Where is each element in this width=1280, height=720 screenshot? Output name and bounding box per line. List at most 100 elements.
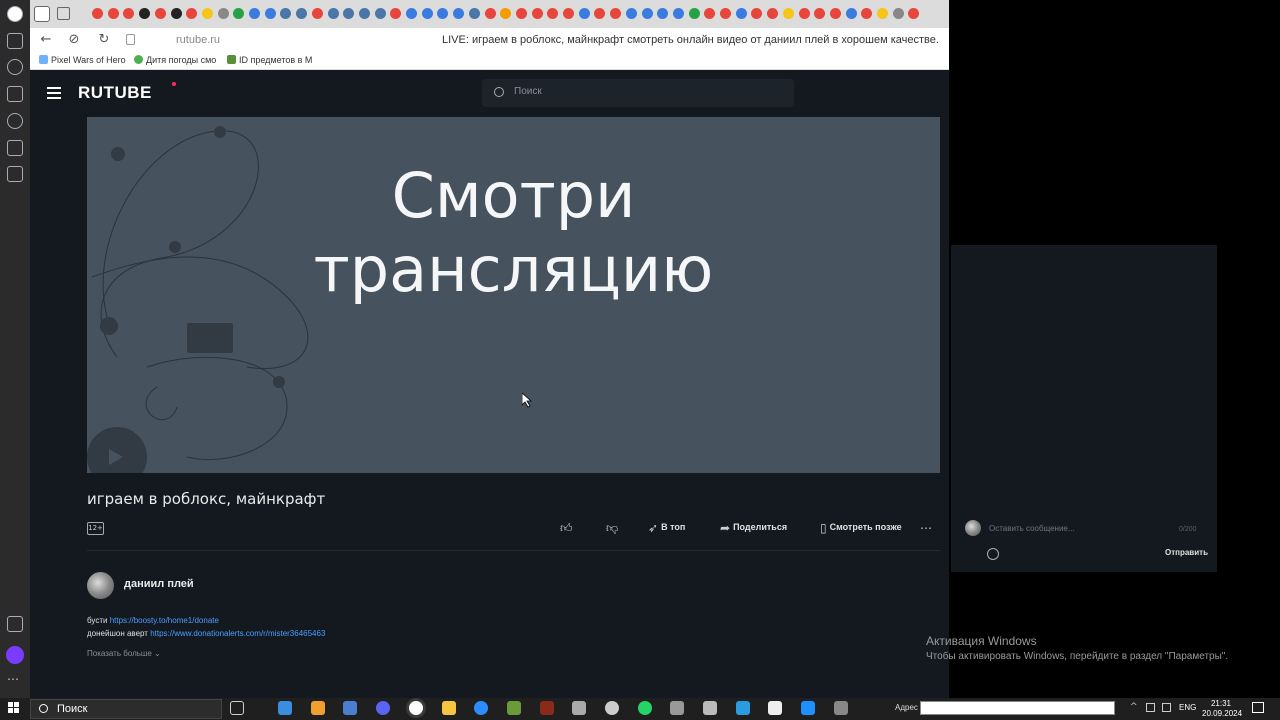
tab-favicon-icon[interactable]: [217, 8, 229, 19]
gallery-tab-icon[interactable]: [57, 7, 70, 20]
rutube-logo[interactable]: RUTUBE: [78, 83, 152, 103]
share-button[interactable]: ➦ Поделиться: [720, 521, 787, 535]
clock[interactable]: 21:31 20.09.2024: [1202, 699, 1242, 719]
tab-favicon-icon[interactable]: [531, 8, 543, 19]
app-icon[interactable]: [834, 701, 848, 715]
tab-favicon-icon[interactable]: [107, 8, 119, 19]
tab-favicon-icon[interactable]: [563, 8, 574, 19]
tab-favicon-icon[interactable]: [327, 8, 339, 19]
tab-favicon-icon[interactable]: [641, 8, 653, 19]
emoji-icon[interactable]: [987, 548, 999, 560]
tab-favicon-icon[interactable]: [829, 8, 841, 19]
tab-favicon-icon[interactable]: [751, 8, 763, 19]
tab-favicon-icon[interactable]: [311, 8, 323, 19]
tab-favicon-icon[interactable]: [358, 8, 370, 19]
tab-favicon-icon[interactable]: [437, 8, 449, 19]
app-icon[interactable]: [572, 701, 586, 715]
tab-favicon-icon[interactable]: [280, 8, 292, 19]
tab-favicon-icon[interactable]: [249, 8, 260, 19]
tab-favicon-icon[interactable]: [547, 8, 559, 19]
tab-favicon-icon[interactable]: [845, 8, 857, 19]
tab-favicon-icon[interactable]: [123, 8, 135, 19]
tab-favicon-icon[interactable]: [594, 8, 606, 19]
watch-later-button[interactable]: ▯ Смотреть позже: [820, 521, 902, 535]
search-box[interactable]: [482, 79, 794, 107]
address-toolbar-input[interactable]: [920, 701, 1115, 715]
taskbar-search[interactable]: Поиск: [30, 699, 222, 719]
tab-favicon-icon[interactable]: [170, 8, 182, 19]
app-icon[interactable]: [605, 701, 619, 715]
collections-icon[interactable]: [7, 33, 23, 49]
app-icon[interactable]: [670, 701, 684, 715]
tab-favicon-icon[interactable]: [264, 8, 276, 19]
zoom-icon[interactable]: [474, 701, 488, 715]
play-icon[interactable]: [7, 113, 23, 129]
top-button[interactable]: ➶ В топ: [648, 521, 685, 535]
history-icon[interactable]: [7, 59, 23, 75]
tab-favicon-icon[interactable]: [500, 8, 512, 19]
tray-chevron-icon[interactable]: ^: [1130, 703, 1139, 712]
like-button[interactable]: 👍︎: [560, 521, 576, 536]
app-icon[interactable]: [801, 701, 815, 715]
tab-favicon-icon[interactable]: [798, 8, 810, 19]
tab-favicon-icon[interactable]: [767, 8, 779, 19]
menu-icon[interactable]: [47, 87, 61, 99]
bookmark-item[interactable]: ID предметов в M: [227, 55, 312, 65]
home-tab-icon[interactable]: [34, 6, 50, 22]
tab-favicon-icon[interactable]: [154, 8, 166, 19]
bookmark-item[interactable]: Дитя погоды смо: [134, 55, 216, 65]
tab-favicon-icon[interactable]: [186, 8, 198, 19]
search-icon[interactable]: [494, 87, 504, 97]
tab-favicon-icon[interactable]: [233, 8, 245, 19]
tab-favicon-icon[interactable]: [704, 8, 716, 19]
add-panel-icon[interactable]: [7, 616, 23, 632]
discord-icon[interactable]: [376, 701, 390, 715]
network-icon[interactable]: [1162, 703, 1171, 712]
tab-favicon-icon[interactable]: [782, 8, 794, 19]
app-icon[interactable]: [540, 701, 554, 715]
url-text[interactable]: rutube.ru: [176, 34, 220, 46]
apps-grid-icon[interactable]: ⋯: [7, 673, 23, 690]
tab-favicon-icon[interactable]: [296, 8, 308, 19]
more-button[interactable]: ⋯: [920, 521, 935, 535]
app-icon[interactable]: [278, 701, 292, 715]
calendar-icon[interactable]: [7, 140, 23, 156]
task-view-icon[interactable]: [230, 701, 244, 715]
notes-icon[interactable]: [7, 166, 23, 182]
notifications-icon[interactable]: [1252, 702, 1264, 713]
tab-favicon-icon[interactable]: [625, 8, 637, 19]
app-icon[interactable]: [703, 701, 717, 715]
tab-favicon-icon[interactable]: [861, 8, 873, 19]
tab-favicon-icon[interactable]: [92, 8, 103, 19]
tab-favicon-icon[interactable]: [814, 8, 826, 19]
language-indicator[interactable]: ENG: [1179, 703, 1196, 712]
donationalerts-link[interactable]: https://www.donationalerts.com/r/mister3…: [150, 629, 325, 638]
notepad-icon[interactable]: [768, 701, 782, 715]
boosty-link[interactable]: https://boosty.to/home1/donate: [110, 616, 219, 625]
profile-icon[interactable]: [7, 6, 23, 22]
tab-favicon-icon[interactable]: [735, 8, 747, 19]
tab-favicon-icon[interactable]: [672, 8, 684, 19]
tab-favicon-icon[interactable]: [374, 8, 386, 19]
app-icon[interactable]: [736, 701, 750, 715]
tab-favicon-icon[interactable]: [390, 8, 402, 19]
windows-start-icon[interactable]: [8, 702, 20, 714]
no-forward-icon[interactable]: ⊘: [66, 32, 82, 47]
tab-favicon-icon[interactable]: [515, 8, 527, 19]
tab-favicon-icon[interactable]: [201, 8, 213, 19]
lock-icon[interactable]: [126, 34, 135, 45]
tray-app-icon[interactable]: [1146, 703, 1155, 712]
tab-favicon-icon[interactable]: [406, 8, 417, 19]
show-more-button[interactable]: Показать больше ⌄: [87, 649, 161, 658]
chat-message-input[interactable]: [989, 524, 1169, 533]
tab-favicon-icon[interactable]: [720, 8, 731, 19]
app-icon[interactable]: [311, 701, 325, 715]
tab-favicon-icon[interactable]: [892, 8, 904, 19]
tab-favicon-icon[interactable]: [421, 8, 433, 19]
yandex-browser-icon[interactable]: [409, 701, 423, 715]
tab-favicon-icon[interactable]: [578, 8, 590, 19]
tab-favicon-icon[interactable]: [688, 8, 700, 19]
tab-favicon-icon[interactable]: [610, 8, 622, 19]
minecraft-icon[interactable]: [507, 701, 521, 715]
tab-favicon-icon[interactable]: [877, 8, 888, 19]
